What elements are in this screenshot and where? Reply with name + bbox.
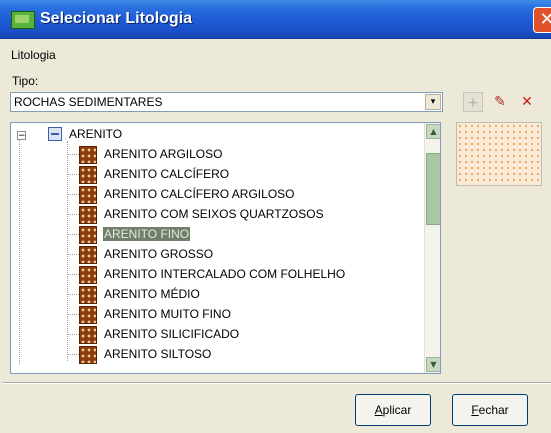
tree-item-label: ARENITO CALCÍFERO ARGILOSO [104, 187, 295, 201]
title-bar[interactable]: Selecionar Litologia ✕ [0, 0, 551, 39]
tree-connector [67, 274, 79, 275]
tree-item-selected[interactable]: ARENITO FINO [67, 224, 427, 244]
lithology-pattern-icon [79, 326, 97, 344]
tree-connector [67, 354, 79, 355]
folder-icon [48, 127, 62, 141]
apply-button[interactable]: Aplicar [355, 394, 431, 426]
close-window-button[interactable]: ✕ [533, 7, 551, 33]
close-button[interactable]: Fechar [452, 394, 528, 426]
window-title: Selecionar Litologia [40, 10, 193, 27]
lithology-pattern-icon [79, 226, 97, 244]
tree-guide-line [19, 137, 21, 365]
tree-connector [67, 234, 79, 235]
tree-item[interactable]: ARENITO GROSSO [67, 244, 427, 264]
group-label: Litologia [11, 48, 56, 62]
lithology-pattern-icon [79, 266, 97, 284]
tree-item[interactable]: ARENITO MUITO FINO [67, 304, 427, 324]
tree-connector [67, 154, 79, 155]
tree-item-label: ARENITO MUITO FINO [104, 307, 231, 321]
app-icon [11, 11, 35, 29]
lithology-pattern-preview [456, 122, 542, 186]
scroll-up-icon[interactable]: ▲ [426, 124, 440, 139]
lithology-pattern-icon [79, 246, 97, 264]
tree-item[interactable]: ARENITO SILICIFICADO [67, 324, 427, 344]
apply-mnemonic: A [374, 403, 383, 417]
tree-item-label: ARENITO CALCÍFERO [104, 167, 230, 181]
tree-item[interactable]: ARENITO MÉDIO [67, 284, 427, 304]
tree-item-label: ARENITO SILTOSO [104, 347, 212, 361]
tipo-select[interactable]: ROCHAS SEDIMENTARES ▾ [10, 92, 443, 112]
tree-item-label: ARENITO ARGILOSO [104, 147, 223, 161]
scroll-down-icon[interactable]: ▼ [426, 357, 440, 372]
tree-item[interactable]: ARENITO CALCÍFERO ARGILOSO [67, 184, 427, 204]
tree-item[interactable]: ARENITO ARGILOSO [67, 144, 427, 164]
plus-icon[interactable]: + [463, 92, 483, 112]
scrollbar-thumb[interactable] [426, 153, 440, 225]
lithology-pattern-icon [79, 166, 97, 184]
tree-connector [67, 314, 79, 315]
lithology-tree[interactable]: − ARENITO ARENITO ARGILOSO ARENITO CALCÍ… [10, 122, 441, 374]
lithology-pattern-icon [79, 186, 97, 204]
lithology-pattern-icon [79, 346, 97, 364]
tree-connector [67, 254, 79, 255]
tree-item[interactable]: ARENITO SILTOSO [67, 344, 427, 364]
tree-item-label: ARENITO MÉDIO [104, 287, 200, 301]
tree-item-label: ARENITO FINO [103, 227, 191, 241]
lithology-pattern-icon [79, 306, 97, 324]
tree-item[interactable]: ARENITO COM SEIXOS QUARTZOSOS [67, 204, 427, 224]
tree-root-label[interactable]: ARENITO [69, 127, 122, 141]
lithology-pattern-icon [79, 286, 97, 304]
tree-item-label: ARENITO GROSSO [104, 247, 214, 261]
lithology-pattern-icon [79, 146, 97, 164]
tree-connector [67, 334, 79, 335]
delete-icon[interactable]: ✕ [517, 92, 537, 112]
dropdown-arrow-icon[interactable]: ▾ [425, 94, 441, 110]
tree-item-label: ARENITO SILICIFICADO [104, 327, 240, 341]
tree-connector [67, 294, 79, 295]
collapse-icon[interactable]: − [17, 131, 26, 141]
tipo-label: Tipo: [12, 74, 39, 88]
tipo-select-value: ROCHAS SEDIMENTARES [14, 95, 163, 109]
tree-item-label: ARENITO INTERCALADO COM FOLHELHO [104, 267, 346, 281]
tree-connector [67, 174, 79, 175]
dialog-window: Selecionar Litologia ✕ Litologia Tipo: R… [0, 0, 551, 433]
tree-connector [67, 194, 79, 195]
close-label: echar [478, 403, 509, 417]
pencil-icon[interactable]: ✎ [490, 92, 510, 112]
tree-item[interactable]: ARENITO INTERCALADO COM FOLHELHO [67, 264, 427, 284]
apply-label: plicar [382, 403, 412, 417]
lithology-pattern-icon [79, 206, 97, 224]
tree-item[interactable]: ARENITO CALCÍFERO [67, 164, 427, 184]
divider [3, 382, 551, 384]
close-mnemonic: F [471, 403, 479, 417]
vertical-scrollbar[interactable]: ▲ ▼ [424, 123, 440, 373]
tree-item-label: ARENITO COM SEIXOS QUARTZOSOS [104, 207, 324, 221]
tree-connector [67, 214, 79, 215]
